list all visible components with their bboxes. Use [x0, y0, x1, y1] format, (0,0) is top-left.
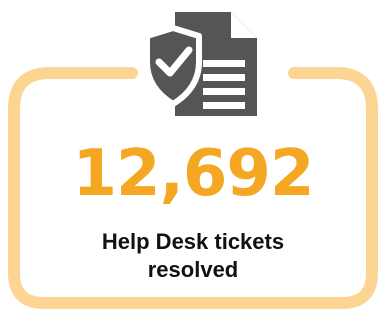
stat-label: Help Desk tickets resolved [101, 229, 285, 282]
stat-value: 12,692 [72, 137, 315, 211]
security-document-icon [144, 12, 257, 116]
stat-card: 12,692 Help Desk tickets resolved [0, 0, 386, 314]
